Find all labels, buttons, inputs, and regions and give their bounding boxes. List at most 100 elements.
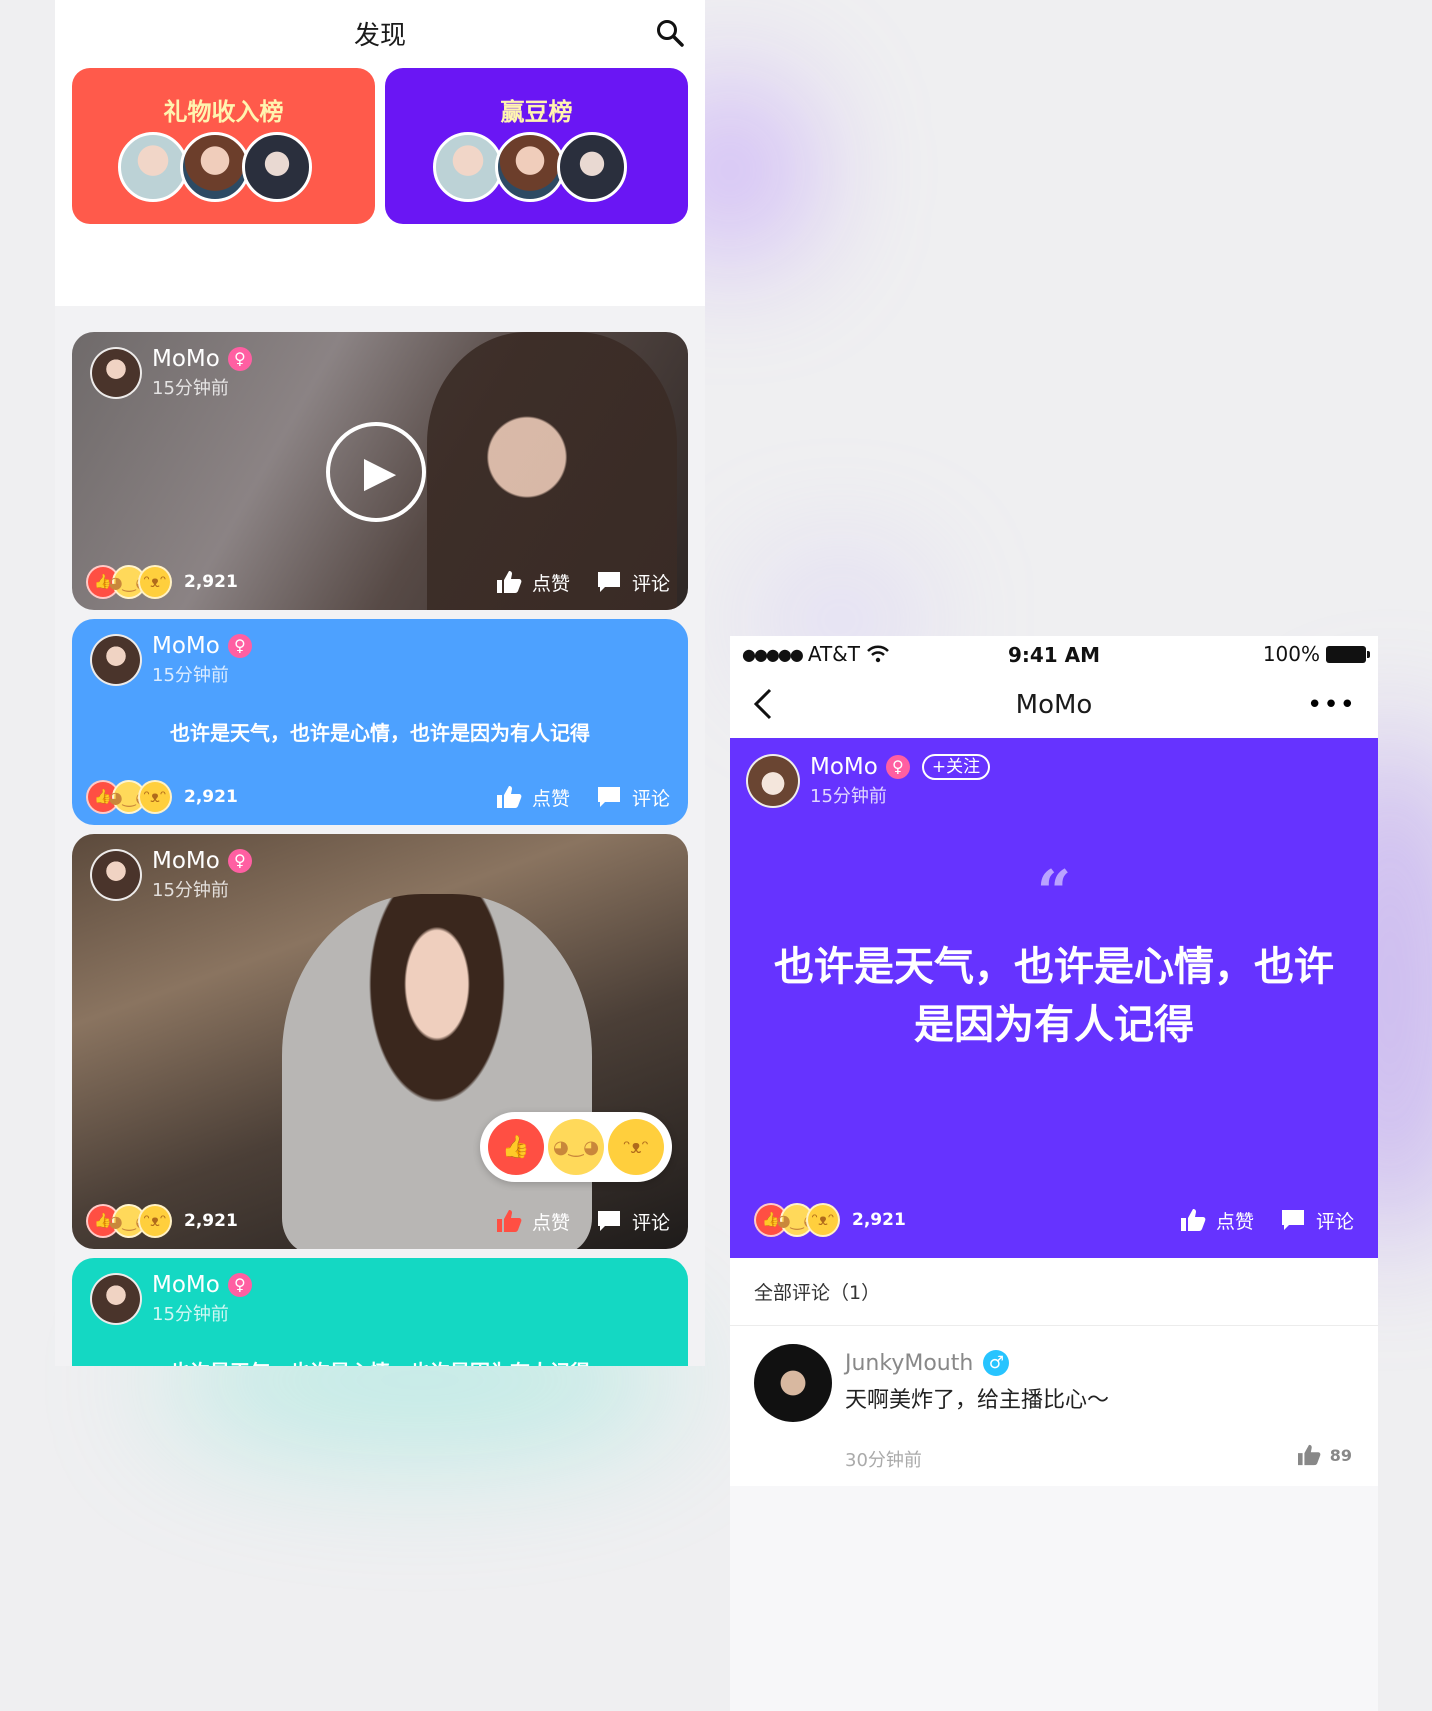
feed-card-photo[interactable]: MoMo ♀ 15分钟前 👍 ◕‿◕ ᵔᴥᵔ 👍 ◕‿◕ ᵔᴥᵔ 2,921 点… — [72, 834, 688, 1249]
female-icon: ♀ — [227, 634, 252, 658]
avatar[interactable] — [746, 754, 800, 808]
comment-label: 评论 — [631, 1211, 670, 1234]
comment-button[interactable]: 评论 — [1280, 1207, 1354, 1234]
like-label: 点赞 — [531, 1211, 570, 1234]
grin-emoji-icon: ᵔᴥᵔ — [138, 780, 172, 814]
rank-title: 礼物收入榜 — [163, 98, 284, 126]
like-label: 点赞 — [1215, 1210, 1254, 1233]
grin-emoji-icon: ᵔᴥᵔ — [138, 565, 172, 599]
post-photo — [282, 894, 592, 1249]
female-icon: ♀ — [227, 347, 252, 371]
thumb-up-icon — [496, 786, 522, 808]
reaction-summary[interactable]: 👍 ◕‿◕ ᵔᴥᵔ 2,921 — [754, 1203, 906, 1237]
page-title: 发现 — [353, 20, 406, 51]
discover-header: 发现 — [55, 0, 705, 66]
comment-label: 评论 — [1315, 1210, 1354, 1233]
reaction-summary[interactable]: 👍 ◕‿◕ ᵔᴥᵔ 2,921 — [86, 1204, 238, 1238]
female-icon: ♀ — [227, 849, 252, 873]
like-button[interactable]: 点赞 — [496, 569, 570, 596]
like-label: 点赞 — [531, 572, 570, 595]
reaction-count: 2,921 — [184, 572, 238, 592]
nav-bar: MoMo ••• — [730, 672, 1378, 738]
comment-label: 评论 — [631, 787, 670, 810]
follow-button[interactable]: +关注 — [921, 754, 991, 780]
author-name: MoMo — [810, 754, 878, 780]
grin-reaction-button[interactable]: ᵔᴥᵔ — [608, 1119, 664, 1175]
avatar[interactable] — [90, 347, 142, 399]
like-button[interactable]: 点赞 — [1180, 1207, 1254, 1234]
play-button[interactable]: ▶ — [326, 422, 426, 522]
thumb-up-icon — [496, 1210, 522, 1232]
quote-icon: “ — [1036, 858, 1072, 928]
comment-icon — [597, 787, 620, 807]
post-time: 15分钟前 — [810, 786, 887, 807]
reaction-count: 2,921 — [852, 1210, 906, 1230]
comment-text: 天啊美炸了，给主播比心～ — [845, 1388, 1110, 1413]
avatar[interactable] — [90, 634, 142, 686]
avatar — [180, 132, 250, 202]
male-icon: ♂ — [983, 1350, 1010, 1376]
post-time: 15分钟前 — [152, 1304, 229, 1325]
comment-button[interactable]: 评论 — [596, 784, 670, 811]
comment-icon — [597, 1211, 620, 1231]
signal-icon: ●●●●● — [742, 644, 804, 664]
discover-screen: 发现 礼物收入榜 赢豆榜 MoMo ♀ 15分钟前 ▶ 👍 ◕‿◕ ᵔᴥᵔ 2,… — [55, 0, 705, 1366]
feed-card-video[interactable]: MoMo ♀ 15分钟前 ▶ 👍 ◕‿◕ ᵔᴥᵔ 2,921 点赞 评论 — [72, 332, 688, 610]
comment-like-count: 89 — [1329, 1445, 1352, 1465]
author-name: MoMo — [152, 1272, 220, 1298]
post-author: MoMo ♀ 15分钟前 — [90, 346, 252, 400]
post-text: 也许是天气，也许是心情，也许是因为有人记得 — [774, 944, 1334, 1048]
author-name: MoMo — [152, 346, 220, 372]
thumb-up-reaction-button[interactable]: 👍 — [488, 1119, 544, 1175]
comments-header: 全部评论（1） — [730, 1258, 1378, 1326]
comment-time: 30分钟前 — [845, 1450, 922, 1471]
grin-emoji-icon: ᵔᴥᵔ — [806, 1203, 840, 1237]
carrier: AT&T — [807, 642, 860, 666]
card-footer: 👍 ◕‿◕ ᵔᴥᵔ 2,921 点赞 评论 — [86, 1203, 670, 1239]
post-detail-screen: ●●●●● AT&T 9:41 AM 100% MoMo ••• MoMo ♀ … — [730, 636, 1378, 1711]
post-time: 15分钟前 — [152, 880, 229, 901]
back-icon[interactable] — [746, 684, 786, 724]
shy-reaction-button[interactable]: ◕‿◕ — [548, 1119, 604, 1175]
comment-item: JunkyMouth ♂ 天啊美炸了，给主播比心～ 30分钟前 89 — [730, 1326, 1378, 1486]
like-button[interactable]: 点赞 — [496, 1208, 570, 1235]
post-text: 也许是天气，也许是心情，也许是因为有人记得 — [170, 721, 590, 745]
reaction-summary[interactable]: 👍 ◕‿◕ ᵔᴥᵔ 2,921 — [86, 565, 238, 599]
avatar — [242, 132, 312, 202]
avatar — [433, 132, 503, 202]
author-name: MoMo — [152, 633, 220, 659]
search-icon[interactable] — [655, 18, 685, 48]
avatar[interactable] — [90, 849, 142, 901]
like-label: 点赞 — [531, 787, 570, 810]
wifi-icon — [867, 645, 889, 663]
female-icon: ♀ — [885, 755, 910, 779]
post-text: 也许是天气，也许是心情，也许是因为有人记得 — [72, 1356, 688, 1366]
avatar[interactable] — [90, 1273, 142, 1325]
feed-card-text[interactable]: MoMo ♀ 15分钟前 也许是天气，也许是心情，也许是因为有人记得 — [72, 1258, 688, 1366]
avatar — [118, 132, 188, 202]
comment-icon — [597, 572, 620, 592]
card-footer: 👍 ◕‿◕ ᵔᴥᵔ 2,921 点赞 评论 — [86, 779, 670, 815]
reaction-count: 2,921 — [184, 1211, 238, 1231]
avatar[interactable] — [754, 1344, 832, 1422]
feed-list: MoMo ♀ 15分钟前 ▶ 👍 ◕‿◕ ᵔᴥᵔ 2,921 点赞 评论 MoM… — [55, 332, 705, 1366]
like-button[interactable]: 点赞 — [496, 784, 570, 811]
comment-button[interactable]: 评论 — [596, 1208, 670, 1235]
comment-label: 评论 — [631, 572, 670, 595]
card-footer: 👍 ◕‿◕ ᵔᴥᵔ 2,921 点赞 评论 — [86, 564, 670, 600]
avatar — [557, 132, 627, 202]
bean-rank-card[interactable]: 赢豆榜 — [385, 68, 688, 224]
thumb-up-icon — [1297, 1444, 1321, 1466]
rank-avatars — [72, 132, 375, 202]
post-author: MoMo ♀ 15分钟前 — [90, 633, 252, 687]
feed-card-text[interactable]: MoMo ♀ 15分钟前 也许是天气，也许是心情，也许是因为有人记得 👍 ◕‿◕… — [72, 619, 688, 825]
post-author: MoMo ♀ +关注 15分钟前 — [746, 754, 991, 808]
battery-percent: 100% — [1262, 642, 1320, 666]
more-icon[interactable]: ••• — [1307, 692, 1356, 718]
reaction-summary[interactable]: 👍 ◕‿◕ ᵔᴥᵔ 2,921 — [86, 780, 238, 814]
gift-income-rank-card[interactable]: 礼物收入榜 — [72, 68, 375, 224]
comment-author[interactable]: JunkyMouth — [845, 1351, 973, 1376]
play-icon: ▶ — [363, 447, 397, 496]
comment-like-button[interactable]: 89 — [1296, 1444, 1352, 1466]
comment-button[interactable]: 评论 — [596, 569, 670, 596]
